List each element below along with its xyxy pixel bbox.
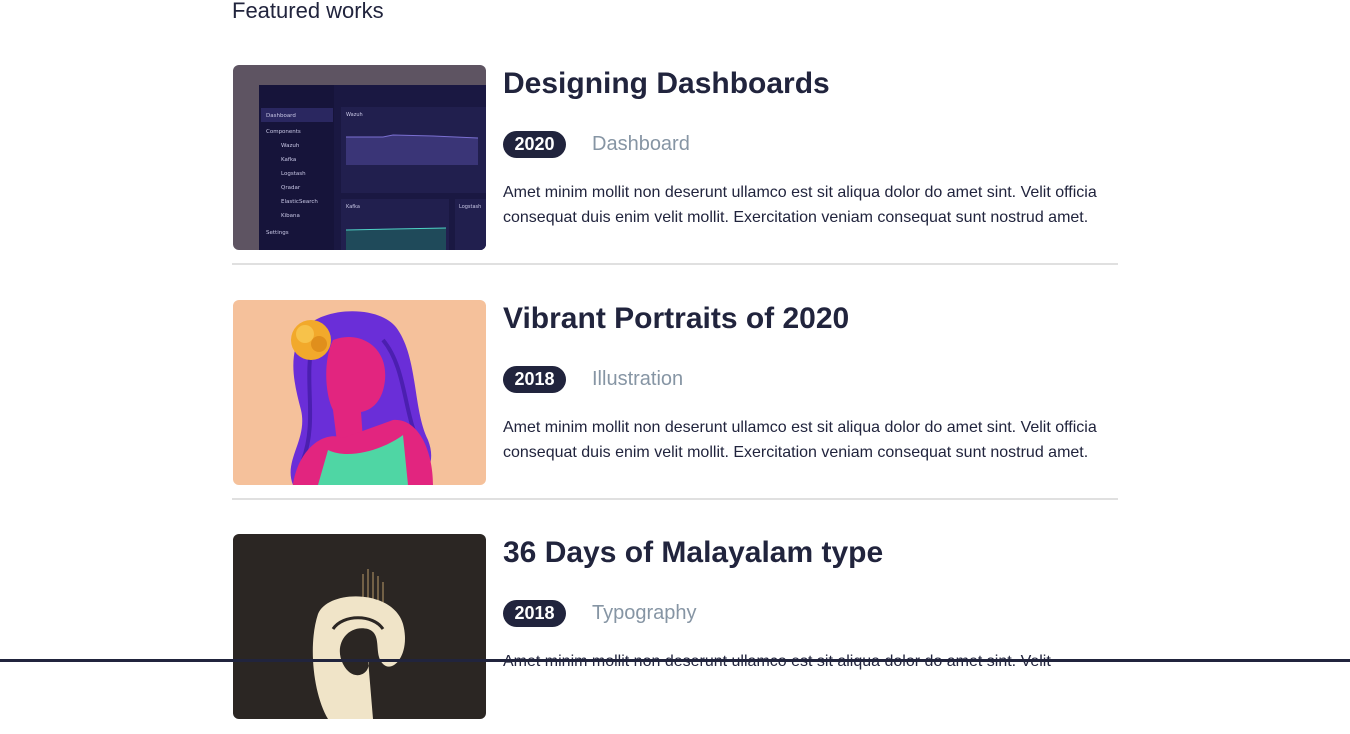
thumb-nav-item: Kafka xyxy=(281,157,296,163)
thumb-panel-label: Wazuh xyxy=(346,112,363,118)
year-badge: 2018 xyxy=(503,600,566,627)
work-thumbnail[interactable] xyxy=(233,300,486,485)
dashboard-thumbnail-image: Dashboard Components Wazuh Kafka Logstas… xyxy=(233,65,486,250)
work-thumbnail[interactable]: Dashboard Components Wazuh Kafka Logstas… xyxy=(233,65,486,250)
year-badge: 2018 xyxy=(503,366,566,393)
work-title[interactable]: 36 Days of Malayalam type xyxy=(503,536,883,570)
thumb-panel-label: Kafka xyxy=(346,204,360,210)
thumb-nav-item: Logstash xyxy=(281,171,306,177)
thumb-nav-item: Components xyxy=(266,129,301,135)
work-description: Amet minim mollit non deserunt ullamco e… xyxy=(503,419,1097,461)
thumb-nav-item: Settings xyxy=(266,230,289,236)
work-title[interactable]: Designing Dashboards xyxy=(503,67,830,101)
work-category: Dashboard xyxy=(592,133,690,155)
thumb-panel-label: Logstash xyxy=(459,204,481,210)
work-category: Typography xyxy=(592,602,697,624)
work-item-malayalam-type[interactable]: 36 Days of Malayalam type 2018 Typograph… xyxy=(232,534,1118,734)
thumb-nav-item: ElasticSearch xyxy=(281,199,318,205)
portrait-thumbnail-image xyxy=(233,300,486,485)
work-item-portraits[interactable]: Vibrant Portraits of 2020 2018 Illustrat… xyxy=(232,300,1118,500)
thumb-nav-item: Qradar xyxy=(281,185,301,191)
work-thumbnail[interactable] xyxy=(233,534,486,719)
work-category: Illustration xyxy=(592,368,684,390)
typography-thumbnail-image xyxy=(233,534,486,719)
year-badge: 2020 xyxy=(503,131,566,158)
work-item-dashboards[interactable]: Dashboard Components Wazuh Kafka Logstas… xyxy=(232,65,1118,265)
work-title[interactable]: Vibrant Portraits of 2020 xyxy=(503,302,849,336)
thumb-nav-item: Dashboard xyxy=(266,113,296,119)
work-description: Amet minim mollit non deserunt ullamco e… xyxy=(503,184,1097,226)
thumb-nav-item: Kibana xyxy=(281,213,300,219)
thumb-nav-item: Wazuh xyxy=(281,143,300,149)
section-title: Featured works xyxy=(232,0,384,23)
